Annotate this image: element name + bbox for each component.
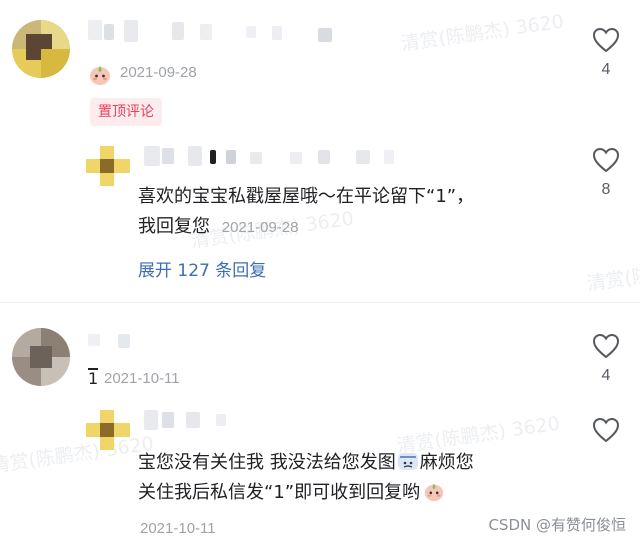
like-heart-icon[interactable] — [592, 417, 620, 443]
reply-text: 我回复您 — [138, 216, 210, 237]
watermark: 清赏(陈鹏杰) 3620 — [0, 432, 156, 478]
reply-text: 宝您没有关住我 我没法给您发图 — [138, 452, 396, 473]
comment-date: 2021-09-28 — [120, 64, 197, 81]
like-count: 8 — [601, 181, 611, 198]
comment-date: 2021-10-11 — [104, 370, 180, 387]
peach-emoji-icon — [424, 483, 444, 502]
like-count: 4 — [601, 367, 611, 384]
source-watermark: CSDN @有赞何俊恒 — [488, 516, 626, 534]
reply-date: 2021-10-11 — [140, 520, 216, 537]
peach-emoji-icon — [90, 66, 110, 85]
reply-text-line2: 关住我后私信发“1”即可收到回复哟 — [138, 478, 446, 508]
reply-text: 麻烦您 — [419, 452, 474, 473]
watermark: 清赏(陈鹏杰) 3620 — [585, 251, 640, 296]
reply-date: 2021-09-28 — [221, 219, 299, 236]
reply-text-line2: 我回复您 2021-09-28 — [138, 212, 298, 243]
like-heart-icon[interactable] — [592, 147, 620, 173]
avatar[interactable] — [12, 328, 70, 386]
avatar[interactable] — [86, 146, 130, 186]
comment-text-fragment: 1 — [88, 369, 99, 388]
comment-text: 1 — [88, 368, 99, 388]
like-count: 4 — [601, 61, 611, 78]
reply-text: 关住我后私信发“1”即可收到回复哟 — [138, 482, 421, 503]
avatar[interactable] — [86, 410, 130, 450]
watermark: 清赏(陈鹏杰) 3620 — [399, 10, 566, 56]
reply-text: 喜欢的宝宝私戳屋屋哦～在平论留下“1”， — [138, 186, 475, 207]
pinned-badge: 置顶评论 — [90, 98, 162, 126]
divider — [0, 302, 640, 303]
expand-replies-link[interactable]: 展开 127 条回复 — [138, 256, 266, 281]
emoji-icon — [397, 453, 418, 470]
like-heart-icon[interactable] — [592, 27, 620, 53]
reply-text-line1: 宝您没有关住我 我没法给您发图 麻烦您 — [138, 448, 474, 478]
avatar[interactable] — [12, 20, 70, 78]
like-heart-icon[interactable] — [592, 333, 620, 359]
